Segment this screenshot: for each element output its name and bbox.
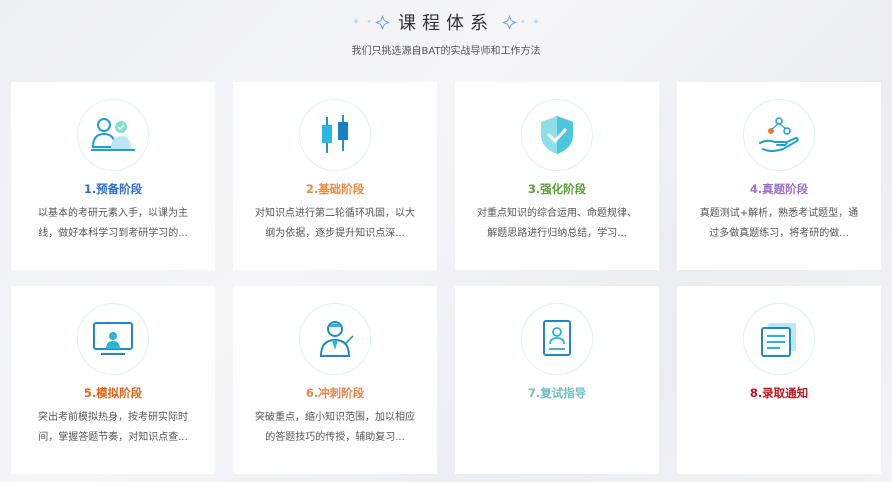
resume-document-icon bbox=[543, 320, 571, 356]
sparkle-icon: ✦ bbox=[520, 18, 526, 26]
section-header: ✦ ✦ 课程体系 ✦ ✦ 我们只挑选源自BAT的实战导师和工作方法 bbox=[0, 8, 892, 57]
card-title: 4.真题阶段 bbox=[749, 182, 809, 196]
course-card-intensive[interactable]: 3.强化阶段 对重点知识的综合运用、命题规律、 解题思路进行归纳总结，学习... bbox=[455, 82, 659, 270]
shield-check-icon bbox=[541, 116, 573, 154]
card-desc-line: 对知识点进行第二轮循环巩固，以大 bbox=[255, 208, 415, 219]
card-desc-line: 解题思路进行归纳总结，学习... bbox=[487, 228, 627, 239]
icon-circle bbox=[743, 99, 815, 171]
page-title: 课程体系 bbox=[398, 13, 494, 34]
course-card-foundation[interactable]: 2.基础阶段 对知识点进行第二轮循环巩固，以大 纲为依据，逐步提升知识点深... bbox=[233, 82, 437, 270]
right-sparkle-decoration: ✦ ✦ bbox=[502, 14, 543, 30]
card-title: 7.复试指导 bbox=[527, 386, 587, 400]
course-card-prep[interactable]: 1.预备阶段 以基本的考研元素入手，以课为主 线，做好本科学习到考研学习的... bbox=[11, 82, 215, 270]
card-title: 6.冲刺阶段 bbox=[305, 386, 365, 400]
sparkle-icon: ✦ bbox=[531, 16, 541, 28]
card-description: 突出考前模拟热身，按考研实际时 间，掌握答题节奏，对知识点查... bbox=[31, 408, 195, 448]
notice-cards-icon bbox=[761, 323, 796, 357]
card-desc-line: 突破重点，缩小知识范围，加以相应 bbox=[255, 412, 415, 423]
card-desc-line: 过多做真题练习，将考研的做... bbox=[709, 228, 849, 239]
card-desc-line: 以基本的考研元素入手，以课为主 bbox=[38, 208, 188, 219]
icon-circle bbox=[77, 99, 149, 171]
icon-circle bbox=[299, 99, 371, 171]
card-title: 1.预备阶段 bbox=[83, 182, 143, 196]
card-description: 真题测试+解析，熟悉考试题型，通 过多做真题练习，将考研的做... bbox=[697, 204, 861, 244]
page-subtitle: 我们只挑选源自BAT的实战导师和工作方法 bbox=[351, 46, 541, 57]
hand-molecule-icon bbox=[759, 117, 799, 152]
icon-circle bbox=[299, 303, 371, 375]
card-title: 3.强化阶段 bbox=[527, 182, 587, 196]
card-title: 5.模拟阶段 bbox=[83, 386, 143, 400]
card-description: 对重点知识的综合运用、命题规律、 解题思路进行归纳总结，学习... bbox=[475, 204, 639, 244]
card-desc-line: 间，掌握答题节奏，对知识点查... bbox=[38, 432, 188, 443]
course-card-past-papers[interactable]: 4.真题阶段 真题测试+解析，熟悉考试题型，通 过多做真题练习，将考研的做... bbox=[677, 82, 881, 270]
card-description: 以基本的考研元素入手，以课为主 线，做好本科学习到考研学习的... bbox=[31, 204, 195, 244]
sparkle-icon: ✦ bbox=[351, 16, 361, 28]
card-title: 2.基础阶段 bbox=[305, 182, 365, 196]
people-icon bbox=[91, 118, 135, 151]
title-row: ✦ ✦ 课程体系 ✦ ✦ bbox=[0, 8, 892, 36]
course-card-mock[interactable]: 5.模拟阶段 突出考前模拟热身，按考研实际时 间，掌握答题节奏，对知识点查... bbox=[11, 286, 215, 474]
diamond-star-icon bbox=[375, 14, 390, 30]
icon-circle bbox=[521, 303, 593, 375]
card-desc-line: 对重点知识的综合运用、命题规律、 bbox=[477, 208, 637, 219]
icon-circle bbox=[743, 303, 815, 375]
card-desc-line: 纲为依据，逐步提升知识点深... bbox=[265, 228, 405, 239]
left-sparkle-decoration: ✦ ✦ bbox=[349, 14, 390, 30]
card-description: 对知识点进行第二轮循环巩固，以大 纲为依据，逐步提升知识点深... bbox=[253, 204, 417, 244]
course-card-sprint[interactable]: 6.冲刺阶段 突破重点，缩小知识范围，加以相应 的答题技巧的传授，辅助复习... bbox=[233, 286, 437, 474]
diamond-star-icon bbox=[502, 14, 517, 30]
card-description: 突破重点，缩小知识范围，加以相应 的答题技巧的传授，辅助复习... bbox=[253, 408, 417, 448]
candlestick-icon bbox=[322, 115, 348, 153]
card-desc-line: 的答题技巧的传授，辅助复习... bbox=[265, 432, 405, 443]
card-desc-line: 真题测试+解析，熟悉考试题型，通 bbox=[699, 208, 859, 219]
card-title: 8.录取通知 bbox=[749, 386, 809, 400]
sparkle-icon: ✦ bbox=[366, 18, 372, 26]
card-desc-line: 线，做好本科学习到考研学习的... bbox=[38, 228, 188, 239]
teacher-icon bbox=[319, 321, 354, 357]
icon-circle bbox=[77, 303, 149, 375]
icon-circle bbox=[521, 99, 593, 171]
card-desc-line: 突出考前模拟热身，按考研实际时 bbox=[38, 412, 188, 423]
course-card-admission[interactable]: 8.录取通知 bbox=[677, 286, 881, 474]
course-card-interview[interactable]: 7.复试指导 bbox=[455, 286, 659, 474]
presentation-board-icon bbox=[93, 322, 133, 355]
